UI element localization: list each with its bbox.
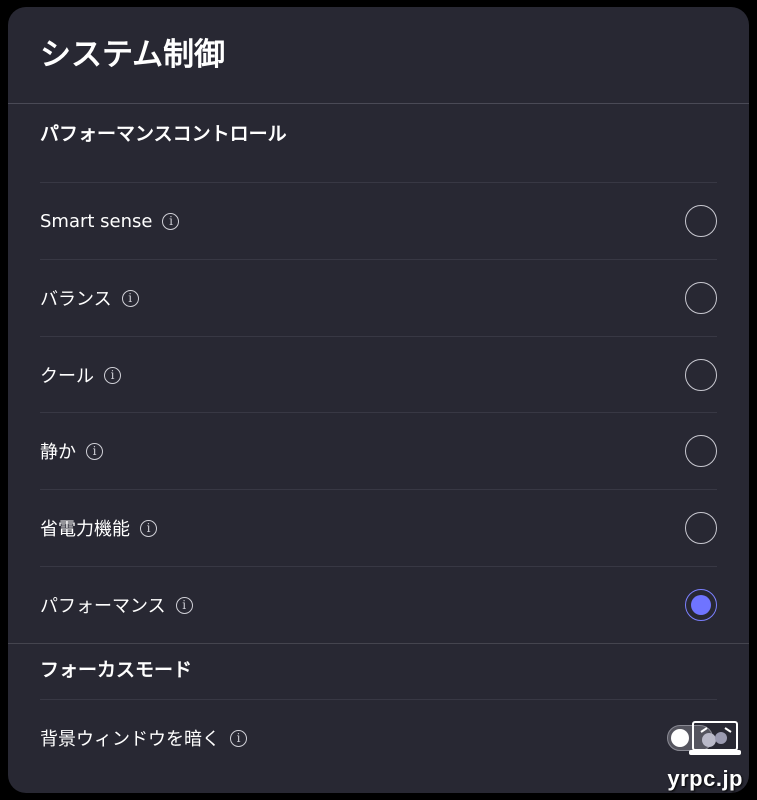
watermark-text: yrpc.jp <box>667 766 743 791</box>
option-row-performance[interactable]: パフォーマンス i <box>40 566 717 643</box>
radio-selected-dot <box>691 595 711 615</box>
title-divider <box>8 103 749 104</box>
info-icon[interactable]: i <box>230 729 247 747</box>
info-icon[interactable]: i <box>175 596 193 614</box>
option-row-cool[interactable]: クール i <box>40 336 717 413</box>
option-row-smart-sense[interactable]: Smart sense i <box>40 182 717 259</box>
panel-title: システム制御 <box>40 37 226 73</box>
option-label: クール <box>40 366 94 387</box>
radio-balance[interactable] <box>685 282 717 314</box>
watermark: yrpc.jp <box>667 720 743 792</box>
system-control-panel: システム制御 パフォーマンスコントロール Smart sense i バランス … <box>8 7 749 793</box>
option-label: パフォーマンス <box>40 596 166 617</box>
option-row-quiet[interactable]: 静か i <box>40 412 717 489</box>
radio-smart-sense[interactable] <box>685 205 717 237</box>
option-label: Smart sense <box>40 210 153 232</box>
radio-performance[interactable] <box>685 589 717 621</box>
radio-cool[interactable] <box>685 359 717 391</box>
option-label: 省電力機能 <box>40 519 130 540</box>
info-icon[interactable]: i <box>162 212 180 230</box>
option-label: 背景ウィンドウを暗く <box>40 729 220 750</box>
option-row-balance[interactable]: バランス i <box>40 259 717 336</box>
radio-power-saver[interactable] <box>685 512 717 544</box>
info-icon[interactable]: i <box>140 519 157 537</box>
option-label: バランス <box>40 289 112 310</box>
radio-quiet[interactable] <box>685 435 717 467</box>
option-label: 静か <box>40 442 76 463</box>
info-icon[interactable]: i <box>121 289 139 307</box>
watermark-logo-icon <box>689 721 741 755</box>
option-row-dim-background: 背景ウィンドウを暗く i <box>40 699 717 776</box>
section-divider <box>8 643 749 644</box>
focus-mode-heading: フォーカスモード <box>40 659 193 681</box>
info-icon[interactable]: i <box>86 442 103 460</box>
info-icon[interactable]: i <box>104 366 121 384</box>
performance-control-heading: パフォーマンスコントロール <box>40 123 287 145</box>
option-row-power-saver[interactable]: 省電力機能 i <box>40 489 717 566</box>
